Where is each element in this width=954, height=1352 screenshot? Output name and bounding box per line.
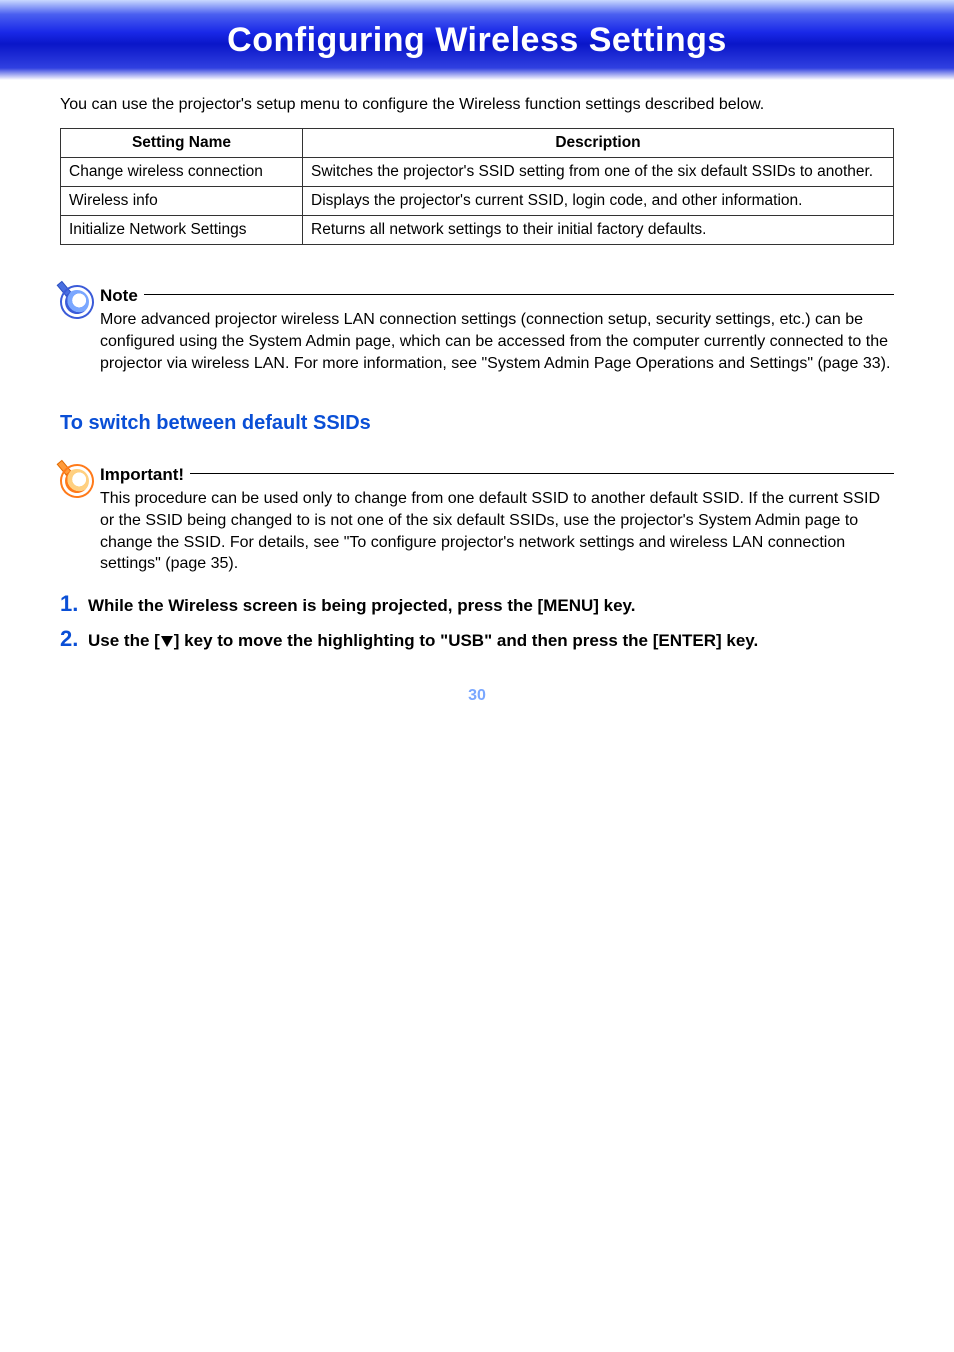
step-text-before: Use the [ bbox=[88, 631, 160, 650]
table-row: Change wireless connection Switches the … bbox=[61, 157, 894, 186]
cell-setting-name: Change wireless connection bbox=[61, 157, 303, 186]
page-title: Configuring Wireless Settings bbox=[227, 21, 727, 60]
step: 1. While the Wireless screen is being pr… bbox=[60, 593, 894, 618]
note-heading: Note bbox=[100, 285, 894, 307]
settings-table: Setting Name Description Change wireless… bbox=[60, 128, 894, 246]
important-callout: Important! This procedure can be used on… bbox=[60, 464, 894, 574]
page-number: 30 bbox=[0, 687, 954, 705]
note-label: Note bbox=[100, 285, 138, 307]
important-icon-col bbox=[60, 464, 100, 498]
step-text: While the Wireless screen is being proje… bbox=[88, 593, 635, 618]
main-content: You can use the projector's setup menu t… bbox=[0, 80, 954, 653]
important-heading: Important! bbox=[100, 464, 894, 486]
down-arrow-icon bbox=[161, 636, 173, 647]
important-body: Important! This procedure can be used on… bbox=[100, 464, 894, 574]
table-row: Wireless info Displays the projector's c… bbox=[61, 187, 894, 216]
cell-setting-name: Wireless info bbox=[61, 187, 303, 216]
steps: 1. While the Wireless screen is being pr… bbox=[60, 593, 894, 653]
important-rule bbox=[190, 473, 894, 474]
page-banner: Configuring Wireless Settings bbox=[0, 0, 954, 80]
table-header-desc: Description bbox=[303, 128, 894, 157]
table-header-name: Setting Name bbox=[61, 128, 303, 157]
step: 2. Use the [ ] key to move the highlighti… bbox=[60, 628, 894, 653]
table-row: Initialize Network Settings Returns all … bbox=[61, 216, 894, 245]
step-number: 1. bbox=[60, 593, 88, 615]
step-text: Use the [ ] key to move the highlighting … bbox=[88, 628, 758, 653]
cell-setting-name: Initialize Network Settings bbox=[61, 216, 303, 245]
table-header-row: Setting Name Description bbox=[61, 128, 894, 157]
cell-setting-desc: Displays the projector's current SSID, l… bbox=[303, 187, 894, 216]
note-text: More advanced projector wireless LAN con… bbox=[100, 309, 894, 374]
note-body: Note More advanced projector wireless LA… bbox=[100, 285, 894, 374]
cell-setting-desc: Returns all network settings to their in… bbox=[303, 216, 894, 245]
section-heading: To switch between default SSIDs bbox=[60, 410, 894, 436]
intro-text: You can use the projector's setup menu t… bbox=[60, 95, 894, 116]
important-label: Important! bbox=[100, 464, 184, 486]
note-icon-col bbox=[60, 285, 100, 319]
step-number: 2. bbox=[60, 628, 88, 650]
note-rule bbox=[144, 294, 894, 295]
important-text: This procedure can be used only to chang… bbox=[100, 488, 894, 574]
note-callout: Note More advanced projector wireless LA… bbox=[60, 285, 894, 374]
step-text-after: ] key to move the highlighting to "USB" … bbox=[174, 631, 758, 650]
cell-setting-desc: Switches the projector's SSID setting fr… bbox=[303, 157, 894, 186]
